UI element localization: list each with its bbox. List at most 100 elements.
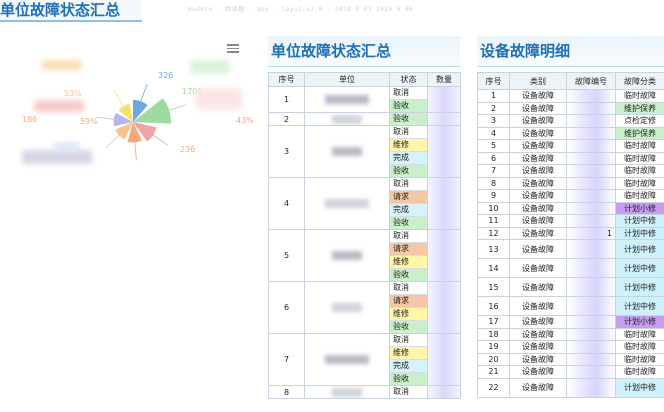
row-number: 13 xyxy=(477,239,510,259)
fault-class-badge: 维护保养 xyxy=(615,126,664,140)
table-row[interactable]: 2 设备故障 维护保养 xyxy=(477,101,664,115)
row-number: 21 xyxy=(477,365,510,379)
chart-label-4: 186 xyxy=(22,115,37,124)
table-row[interactable]: 7 设备故障 临时故障 xyxy=(477,164,664,178)
table-row[interactable]: 6 设备故障 临时故障 xyxy=(477,151,664,165)
right-header-1: 类别 xyxy=(509,72,567,90)
category-cell: 设备故障 xyxy=(509,377,567,398)
table-row[interactable]: 15 设备故障 计划中修 xyxy=(477,277,664,297)
unit-fault-status-title: 单位故障状态汇总 xyxy=(268,36,460,67)
table-row[interactable]: 4 取消 请求 完成 验收 xyxy=(268,177,461,230)
fault-class-badge: 计划中修 xyxy=(615,258,664,278)
device-fault-detail-panel: 设备故障明细 序号 类别 故障编号 故障分类 1 设备故障 临时故障 2 设备故障 维护保养 3 设… xyxy=(477,36,664,398)
right-header-3: 故障分类 xyxy=(615,72,664,90)
row-number: 3 xyxy=(477,114,510,128)
status-badge: 取消 xyxy=(390,126,427,139)
fault-number-redacted xyxy=(566,340,616,354)
category-cell: 设备故障 xyxy=(509,296,567,316)
fault-number-redacted xyxy=(566,164,616,178)
row-number: 1 xyxy=(268,86,305,113)
fault-class-badge: 计划中修 xyxy=(615,226,664,240)
status-badge: 取消 xyxy=(390,334,427,347)
table-row[interactable]: 1 取消 验收 xyxy=(268,86,461,113)
category-cell: 设备故障 xyxy=(509,151,567,165)
status-badge: 验收 xyxy=(390,165,427,177)
chart-redaction-5 xyxy=(54,142,80,152)
unit-fault-status-table: 序号 单位 状态 数量 1 取消 验收 2 验收 3 取消 维修 完成 验收 4 取消 请求 完成 验收 5 取消 请求… xyxy=(268,72,461,399)
redaction-block xyxy=(325,355,369,364)
fault-class-badge: 维护保养 xyxy=(615,101,664,115)
table-row[interactable]: 8 取消 xyxy=(268,385,461,399)
count-cell-redacted xyxy=(427,385,461,399)
fault-number-redacted xyxy=(566,315,616,329)
left-header-0: 序号 xyxy=(268,72,305,87)
table-row[interactable]: 13 设备故障 计划中修 xyxy=(477,239,664,259)
unit-name-redacted xyxy=(304,281,390,334)
table-row[interactable]: 9 设备故障 临时故障 xyxy=(477,189,664,203)
fault-number-redacted xyxy=(566,296,616,316)
table-row[interactable]: 5 设备故障 临时故障 xyxy=(477,139,664,153)
unit-name-redacted xyxy=(304,112,390,126)
table-row[interactable]: 20 设备故障 临时故障 xyxy=(477,352,664,366)
table-row[interactable]: 10 设备故障 计划小修 xyxy=(477,201,664,215)
chart-leader-1 xyxy=(169,104,187,111)
table-row[interactable]: 17 设备故障 计划小修 xyxy=(477,315,664,329)
fault-class-badge: 临时故障 xyxy=(615,189,664,203)
table-row[interactable]: 3 取消 维修 完成 验收 xyxy=(268,125,461,178)
unit-name-redacted xyxy=(304,229,390,282)
status-cell: 取消 请求 维修 验收 xyxy=(389,229,428,282)
category-cell: 设备故障 xyxy=(509,315,567,329)
category-cell: 设备故障 xyxy=(509,277,567,297)
row-number: 14 xyxy=(477,258,510,278)
unit-name-redacted xyxy=(304,86,390,113)
redaction-block xyxy=(332,251,362,260)
table-row[interactable]: 19 设备故障 临时故障 xyxy=(477,340,664,354)
row-number: 6 xyxy=(268,281,305,334)
table-row[interactable]: 16 设备故障 计划中修 xyxy=(477,296,664,316)
row-number: 7 xyxy=(268,333,305,386)
status-cell: 取消 请求 维修 验收 xyxy=(389,281,428,334)
fault-number-redacted xyxy=(566,214,616,228)
left-header-1: 单位 xyxy=(304,72,390,87)
status-badge: 取消 xyxy=(390,386,427,398)
chart-leader-4 xyxy=(105,135,120,149)
table-row[interactable]: 5 取消 请求 维修 验收 xyxy=(268,229,461,282)
fault-number-redacted xyxy=(566,277,616,297)
status-badge: 取消 xyxy=(390,282,427,295)
chart-leader-2 xyxy=(152,134,169,146)
fault-class-badge: 临时故障 xyxy=(615,151,664,165)
table-row[interactable]: 8 设备故障 临时故障 xyxy=(477,176,664,190)
table-row[interactable]: 12 设备故障 1 计划中修 xyxy=(477,226,664,240)
table-row[interactable]: 2 验收 xyxy=(268,112,461,126)
redaction-block xyxy=(332,147,362,156)
status-badge: 完成 xyxy=(390,152,427,165)
fault-class-badge: 计划中修 xyxy=(615,377,664,398)
table-row[interactable]: 4 设备故障 维护保养 xyxy=(477,126,664,140)
category-cell: 设备故障 xyxy=(509,226,567,240)
status-badge: 验收 xyxy=(390,269,427,281)
category-cell: 设备故障 xyxy=(509,340,567,354)
fault-class-badge: 临时故障 xyxy=(615,340,664,354)
row-number: 20 xyxy=(477,352,510,366)
status-badge: 取消 xyxy=(390,230,427,243)
table-row[interactable]: 3 设备故障 点检定修 xyxy=(477,114,664,128)
page-title: 单位故障状态汇总 xyxy=(0,0,143,22)
status-badge: 完成 xyxy=(390,204,427,217)
row-number: 15 xyxy=(477,277,510,297)
row-number: 4 xyxy=(268,177,305,230)
category-cell: 设备故障 xyxy=(509,258,567,278)
table-row[interactable]: 11 设备故障 计划中修 xyxy=(477,214,664,228)
fault-number-redacted xyxy=(566,151,616,165)
table-row[interactable]: 14 设备故障 计划中修 xyxy=(477,258,664,278)
table-row[interactable]: 21 设备故障 临时故障 xyxy=(477,365,664,379)
table-row[interactable]: 1 设备故障 临时故障 xyxy=(477,89,664,103)
table-row[interactable]: 7 取消 维修 完成 验收 xyxy=(268,333,461,386)
table-row[interactable]: 18 设备故障 临时故障 xyxy=(477,327,664,341)
fault-number-redacted xyxy=(566,114,616,128)
count-cell-redacted xyxy=(427,229,461,282)
chart-redaction-3 xyxy=(196,88,242,110)
table-row[interactable]: 22 设备故障 计划中修 xyxy=(477,377,664,398)
table-row[interactable]: 6 取消 请求 维修 验收 xyxy=(268,281,461,334)
chart-redaction-1 xyxy=(34,100,84,112)
category-cell: 设备故障 xyxy=(509,239,567,259)
